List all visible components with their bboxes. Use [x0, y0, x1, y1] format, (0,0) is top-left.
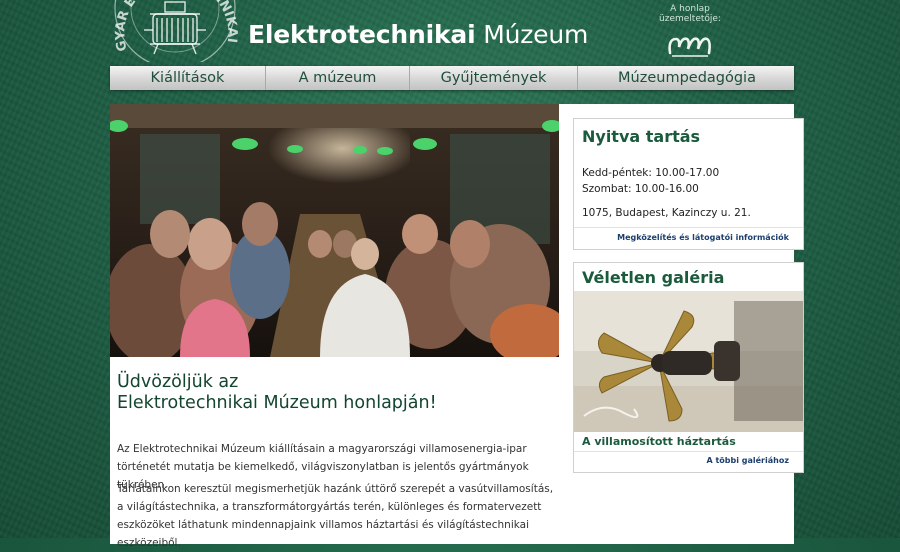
museum-seal-logo[interactable]: GYAR ELEKTROTECHNIKAI MÚZ: [110, 0, 240, 62]
opening-hours-saturday: Szombat: 10.00-16.00: [582, 183, 699, 195]
visitor-info-link[interactable]: Megközelítés és látogatói információk: [617, 233, 789, 242]
box-divider: [574, 451, 803, 452]
random-gallery-title: Véletlen galéria: [582, 268, 725, 287]
random-gallery-box: Véletlen galéria A villamosított háztart…: [573, 262, 804, 473]
hero-photo: [110, 104, 559, 357]
museum-address: 1075, Budapest, Kazinczy u. 21.: [582, 207, 751, 219]
gallery-photo[interactable]: [574, 291, 803, 432]
box-divider: [574, 227, 803, 228]
gallery-caption[interactable]: A villamosított háztartás: [582, 435, 736, 448]
welcome-line-2: Elektrotechnikai Múzeum honlapján!: [117, 393, 437, 413]
intro-paragraph-2: Tárlatainkon keresztül megismerhetjük ha…: [117, 483, 554, 549]
welcome-heading: Üdvözöljük az Elektrotechnikai Múzeum ho…: [117, 372, 547, 414]
more-galleries-link[interactable]: A többi galériához: [706, 456, 789, 465]
operator-label: A honlap üzemeltetője:: [659, 4, 721, 24]
opening-hours-weekday: Kedd-péntek: 10.00-17.00: [582, 167, 720, 179]
site-title-bold: Elektrotechnikai: [248, 20, 476, 49]
main-nav: Kiállítások A múzeum Gyűjtemények Múzeum…: [110, 66, 794, 90]
opening-hours-title: Nyitva tartás: [582, 127, 701, 146]
opening-hours-box: Nyitva tartás Kedd-péntek: 10.00-17.00 S…: [573, 118, 804, 250]
nav-item-exhibitions[interactable]: Kiállítások: [110, 66, 266, 90]
site-title-regular: Múzeum: [475, 20, 589, 49]
emma-logo[interactable]: [664, 27, 716, 61]
operator-block: A honlap üzemeltetője:: [640, 4, 740, 61]
nav-item-collections[interactable]: Gyűjtemények: [410, 66, 578, 90]
nav-item-museum[interactable]: A múzeum: [266, 66, 410, 90]
svg-text:GYAR ELEKTROTECHNIKAI MÚZ: GYAR ELEKTROTECHNIKAI MÚZ: [110, 0, 239, 53]
welcome-line-1: Üdvözöljük az: [117, 372, 239, 392]
nav-item-museum-pedagogy[interactable]: Múzeumpedagógia: [578, 66, 796, 90]
site-title[interactable]: Elektrotechnikai Múzeum: [248, 20, 588, 49]
